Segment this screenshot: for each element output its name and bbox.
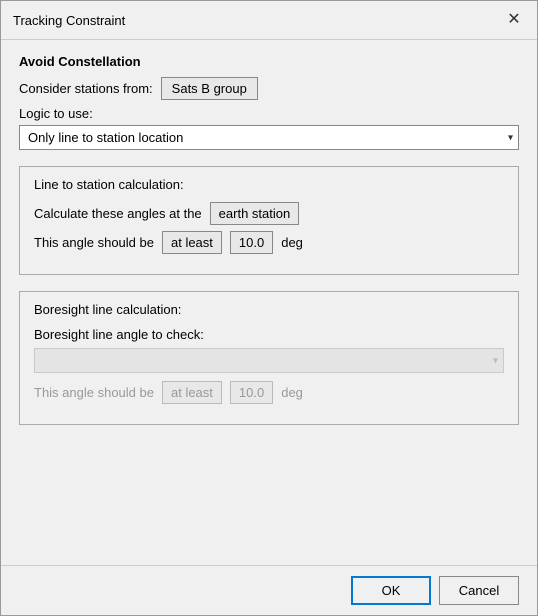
boresight-dropdown xyxy=(34,348,504,373)
boresight-angle-label: Boresight line angle to check: xyxy=(34,327,504,342)
stations-from-row: Consider stations from: Sats B group xyxy=(19,77,519,100)
angle-label: This angle should be xyxy=(34,235,154,250)
dialog-title: Tracking Constraint xyxy=(13,13,125,28)
title-bar: Tracking Constraint ✕ xyxy=(1,1,537,40)
line-to-station-section: Line to station calculation: Calculate t… xyxy=(19,166,519,275)
boresight-section: Boresight line calculation: Boresight li… xyxy=(19,291,519,425)
line-to-station-title: Line to station calculation: xyxy=(34,177,504,192)
logic-dropdown[interactable]: Only line to station location xyxy=(19,125,519,150)
earth-station-box: earth station xyxy=(210,202,300,225)
at-least-box: at least xyxy=(162,231,222,254)
calculate-angles-row: Calculate these angles at the earth stat… xyxy=(34,202,504,225)
tracking-constraint-dialog: Tracking Constraint ✕ Avoid Constellatio… xyxy=(0,0,538,616)
boresight-angle-row: This angle should be at least 10.0 deg xyxy=(34,381,504,404)
boresight-dropdown-container: ▾ xyxy=(34,348,504,373)
stations-from-button[interactable]: Sats B group xyxy=(161,77,258,100)
avoid-constellation-section: Avoid Constellation Consider stations fr… xyxy=(19,54,519,154)
dialog-footer: OK Cancel xyxy=(1,565,537,615)
boresight-angle-value-box: 10.0 xyxy=(230,381,273,404)
boresight-deg-label: deg xyxy=(281,385,303,400)
angle-row: This angle should be at least 10.0 deg xyxy=(34,231,504,254)
dialog-content: Avoid Constellation Consider stations fr… xyxy=(1,40,537,565)
angle-value-box: 10.0 xyxy=(230,231,273,254)
ok-button[interactable]: OK xyxy=(351,576,431,605)
cancel-button[interactable]: Cancel xyxy=(439,576,519,605)
logic-label: Logic to use: xyxy=(19,106,519,121)
avoid-constellation-title: Avoid Constellation xyxy=(19,54,519,69)
close-button[interactable]: ✕ xyxy=(503,9,525,31)
deg-label: deg xyxy=(281,235,303,250)
calculate-label: Calculate these angles at the xyxy=(34,206,202,221)
boresight-title: Boresight line calculation: xyxy=(34,302,504,317)
stations-from-label: Consider stations from: xyxy=(19,81,153,96)
boresight-at-least-box: at least xyxy=(162,381,222,404)
boresight-angle-text-label: This angle should be xyxy=(34,385,154,400)
logic-dropdown-container: Only line to station location ▾ xyxy=(19,125,519,150)
